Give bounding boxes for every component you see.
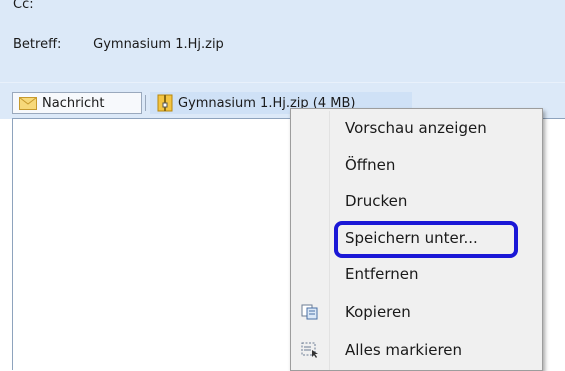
zip-file-icon: [157, 94, 173, 112]
menu-item-label: Entfernen: [345, 265, 419, 283]
cc-label: Cc:: [13, 0, 34, 12]
subject-label: Betreff:: [13, 37, 62, 52]
menu-item-label: Öffnen: [345, 156, 396, 174]
tab-separator: [145, 95, 146, 111]
select-all-icon: [301, 342, 319, 362]
subject-value: Gymnasium 1.Hj.zip: [93, 37, 224, 52]
message-tab-label: Nachricht: [42, 95, 105, 111]
menu-item-label: Vorschau anzeigen: [345, 119, 487, 137]
copy-icon: [301, 304, 319, 324]
cc-row: Cc:: [13, 0, 89, 12]
subject-row: Betreff: Gymnasium 1.Hj.zip: [13, 37, 224, 52]
menu-item-label: Alles markieren: [345, 341, 463, 359]
message-tab[interactable]: Nachricht: [12, 92, 142, 114]
menu-item-print[interactable]: Drucken: [291, 185, 542, 221]
envelope-icon: [19, 96, 37, 110]
message-header: Cc: Betreff: Gymnasium 1.Hj.zip: [0, 0, 565, 82]
menu-item-preview[interactable]: Vorschau anzeigen: [291, 112, 542, 148]
menu-item-label: Drucken: [345, 192, 408, 210]
menu-item-copy[interactable]: Kopieren: [291, 296, 542, 332]
save-as-highlight-frame: [334, 221, 518, 258]
menu-item-remove[interactable]: Entfernen: [291, 258, 542, 294]
menu-item-open[interactable]: Öffnen: [291, 149, 542, 185]
menu-item-select-all[interactable]: Alles markieren: [291, 334, 542, 370]
menu-item-label: Kopieren: [345, 303, 411, 321]
